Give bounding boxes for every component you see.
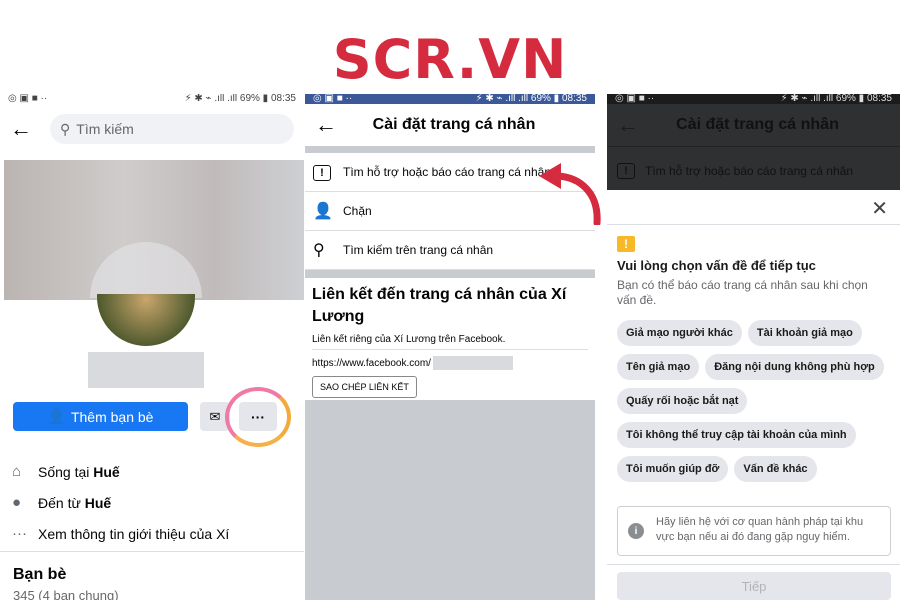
next-button[interactable]: Tiếp bbox=[617, 572, 891, 600]
intro-value: Huế bbox=[93, 463, 120, 480]
search-placeholder: Tìm kiếm bbox=[76, 121, 134, 137]
search-icon: ⚲ bbox=[313, 242, 325, 259]
more-options-button[interactable]: ··· bbox=[239, 402, 277, 431]
intro-item-lives: ⌂ Sống tại Huế bbox=[12, 456, 302, 487]
avatar[interactable] bbox=[97, 294, 195, 346]
friends-title: Bạn bè bbox=[13, 566, 67, 583]
link-title: Liên kết đến trang cá nhân của Xí Lương bbox=[312, 286, 567, 325]
divider bbox=[0, 551, 304, 552]
option-chip[interactable]: Vấn đề khác bbox=[734, 456, 817, 482]
add-friend-icon: 👤 bbox=[47, 408, 65, 424]
top-bar: ← ⚲ Tìm kiếm bbox=[0, 104, 304, 154]
page-title: Cài đặt trang cá nhân bbox=[676, 116, 839, 133]
report-bottom-sheet: ✕ ! Vui lòng chọn vấn đề để tiếp tục Bạn… bbox=[607, 190, 900, 600]
location-pin-icon: ● bbox=[12, 494, 22, 511]
url-text: https://www.facebook.com/ bbox=[312, 357, 431, 369]
copy-link-button[interactable]: SAO CHÉP LIÊN KẾT bbox=[312, 376, 417, 398]
friends-count: 345 (4 bạn chung) bbox=[13, 588, 119, 600]
status-bar: ◎ ▣ ■ ·· ⚡ ✱ ⌁ .ıll .ıll 69% ▮ 08:35 bbox=[305, 94, 595, 104]
back-arrow-icon[interactable]: ← bbox=[315, 112, 347, 138]
option-chip[interactable]: Tài khoản giả mạo bbox=[747, 320, 862, 346]
profile-screen: ◎ ▣ ■ ·· ⚡ ✱ ⌁ .ıll .ıll 69% ▮ 08:35 ← ⚲… bbox=[0, 94, 304, 600]
status-left: ◎ ▣ ■ ·· bbox=[615, 94, 655, 104]
add-friend-label: Thêm bạn bè bbox=[70, 408, 154, 425]
option-chip[interactable]: Quấy rối hoặc bắt nạt bbox=[617, 388, 748, 414]
menu-item-label: Tìm hỗ trợ hoặc báo cáo trang cá nhân bbox=[343, 165, 551, 179]
intro-label: Xem thông tin giới thiệu của Xí bbox=[38, 525, 230, 542]
site-logo: SCR.VN bbox=[332, 28, 568, 91]
home-icon: ⌂ bbox=[12, 463, 22, 480]
report-screen: ◎ ▣ ■ ·· ⚡ ✱ ⌁ .ıll .ıll 69% ▮ 08:35 ← C… bbox=[607, 94, 900, 600]
status-left: ◎ ▣ ■ ·· bbox=[8, 94, 48, 104]
option-chip[interactable]: Tên giả mạo bbox=[617, 354, 700, 380]
info-icon: i bbox=[628, 523, 644, 539]
search-icon: ⚲ bbox=[60, 120, 71, 137]
profile-name-redacted bbox=[88, 352, 204, 388]
back-arrow-icon[interactable]: ← bbox=[10, 116, 42, 142]
add-friend-button[interactable]: 👤 Thêm bạn bè bbox=[13, 402, 188, 431]
help-text: Hãy liên hệ với cơ quan hành pháp tại kh… bbox=[656, 516, 864, 543]
problem-options: Giả mạo người khác Tài khoản giả mạo Tên… bbox=[617, 320, 893, 490]
block-user-icon: 👤 bbox=[313, 203, 333, 220]
option-chip[interactable]: Giả mạo người khác bbox=[617, 320, 742, 346]
report-icon: ! bbox=[617, 162, 635, 179]
top-bar: ← Cài đặt trang cá nhân bbox=[305, 104, 595, 146]
help-notice: i Hãy liên hệ với cơ quan hành pháp tại … bbox=[617, 506, 891, 556]
status-right: ⚡ ✱ ⌁ .ıll .ıll 69% ▮ 08:35 bbox=[184, 94, 296, 104]
close-icon[interactable]: ✕ bbox=[871, 196, 888, 221]
profile-link-section: Liên kết đến trang cá nhân của Xí Lương … bbox=[305, 278, 595, 398]
status-bar: ◎ ▣ ■ ·· ⚡ ✱ ⌁ .ıll .ıll 69% ▮ 08:35 bbox=[0, 94, 304, 104]
intro-label: Sống tại bbox=[38, 463, 94, 480]
url-redacted bbox=[432, 356, 513, 370]
status-bar: ◎ ▣ ■ ·· ⚡ ✱ ⌁ .ıll .ıll 69% ▮ 08:35 bbox=[607, 94, 900, 104]
more-dots-icon: ··· bbox=[251, 408, 265, 425]
intro-value: Huế bbox=[84, 494, 112, 511]
status-left: ◎ ▣ ■ ·· bbox=[313, 94, 353, 104]
search-input[interactable]: ⚲ Tìm kiếm bbox=[50, 114, 294, 144]
intro-list: ⌂ Sống tại Huế ● Đến từ Huế ··· Xem thôn… bbox=[12, 456, 302, 549]
intro-item-about[interactable]: ··· Xem thông tin giới thiệu của Xí bbox=[12, 518, 302, 549]
sheet-title: Vui lòng chọn vấn đề để tiếp tục bbox=[617, 258, 816, 273]
page-title: Cài đặt trang cá nhân bbox=[372, 116, 536, 133]
menu-item-label: Chặn bbox=[343, 204, 372, 218]
sheet-subtitle: Bạn có thể báo cáo trang cá nhân sau khi… bbox=[617, 278, 868, 307]
warning-icon: ! bbox=[617, 236, 635, 252]
status-right: ⚡ ✱ ⌁ .ıll .ıll 69% ▮ 08:35 bbox=[780, 94, 892, 104]
menu-item-search[interactable]: ⚲ Tìm kiếm trên trang cá nhân bbox=[305, 231, 595, 270]
intro-item-from: ● Đến từ Huế bbox=[12, 487, 302, 518]
back-arrow-icon[interactable]: ← bbox=[617, 112, 649, 138]
status-right: ⚡ ✱ ⌁ .ıll .ıll 69% ▮ 08:35 bbox=[475, 94, 587, 104]
top-bar: ← Cài đặt trang cá nhân bbox=[607, 104, 900, 146]
report-icon: ! bbox=[313, 163, 343, 181]
menu-item-label: Tìm kiếm trên trang cá nhân bbox=[343, 243, 494, 257]
intro-label: Đến từ bbox=[38, 494, 85, 511]
menu-item-report[interactable]: ! Tìm hỗ trợ hoặc báo cáo trang cá nhân bbox=[607, 146, 900, 194]
messenger-icon: ✉ bbox=[209, 408, 221, 424]
link-description: Liên kết riêng của Xí Lương trên Faceboo… bbox=[312, 334, 588, 350]
option-chip[interactable]: Tôi không thể truy cập tài khoản của mìn… bbox=[617, 422, 856, 448]
blank-area bbox=[305, 400, 595, 600]
pointer-arrow-icon bbox=[539, 163, 601, 225]
menu-item-label: Tìm hỗ trợ hoặc báo cáo trang cá nhân bbox=[645, 163, 853, 178]
option-chip[interactable]: Đăng nội dung không phù hợp bbox=[705, 354, 884, 380]
profile-url: https://www.facebook.com/ bbox=[312, 356, 588, 370]
option-chip[interactable]: Tôi muốn giúp đỡ bbox=[617, 456, 729, 482]
more-dots-icon: ··· bbox=[12, 525, 27, 542]
